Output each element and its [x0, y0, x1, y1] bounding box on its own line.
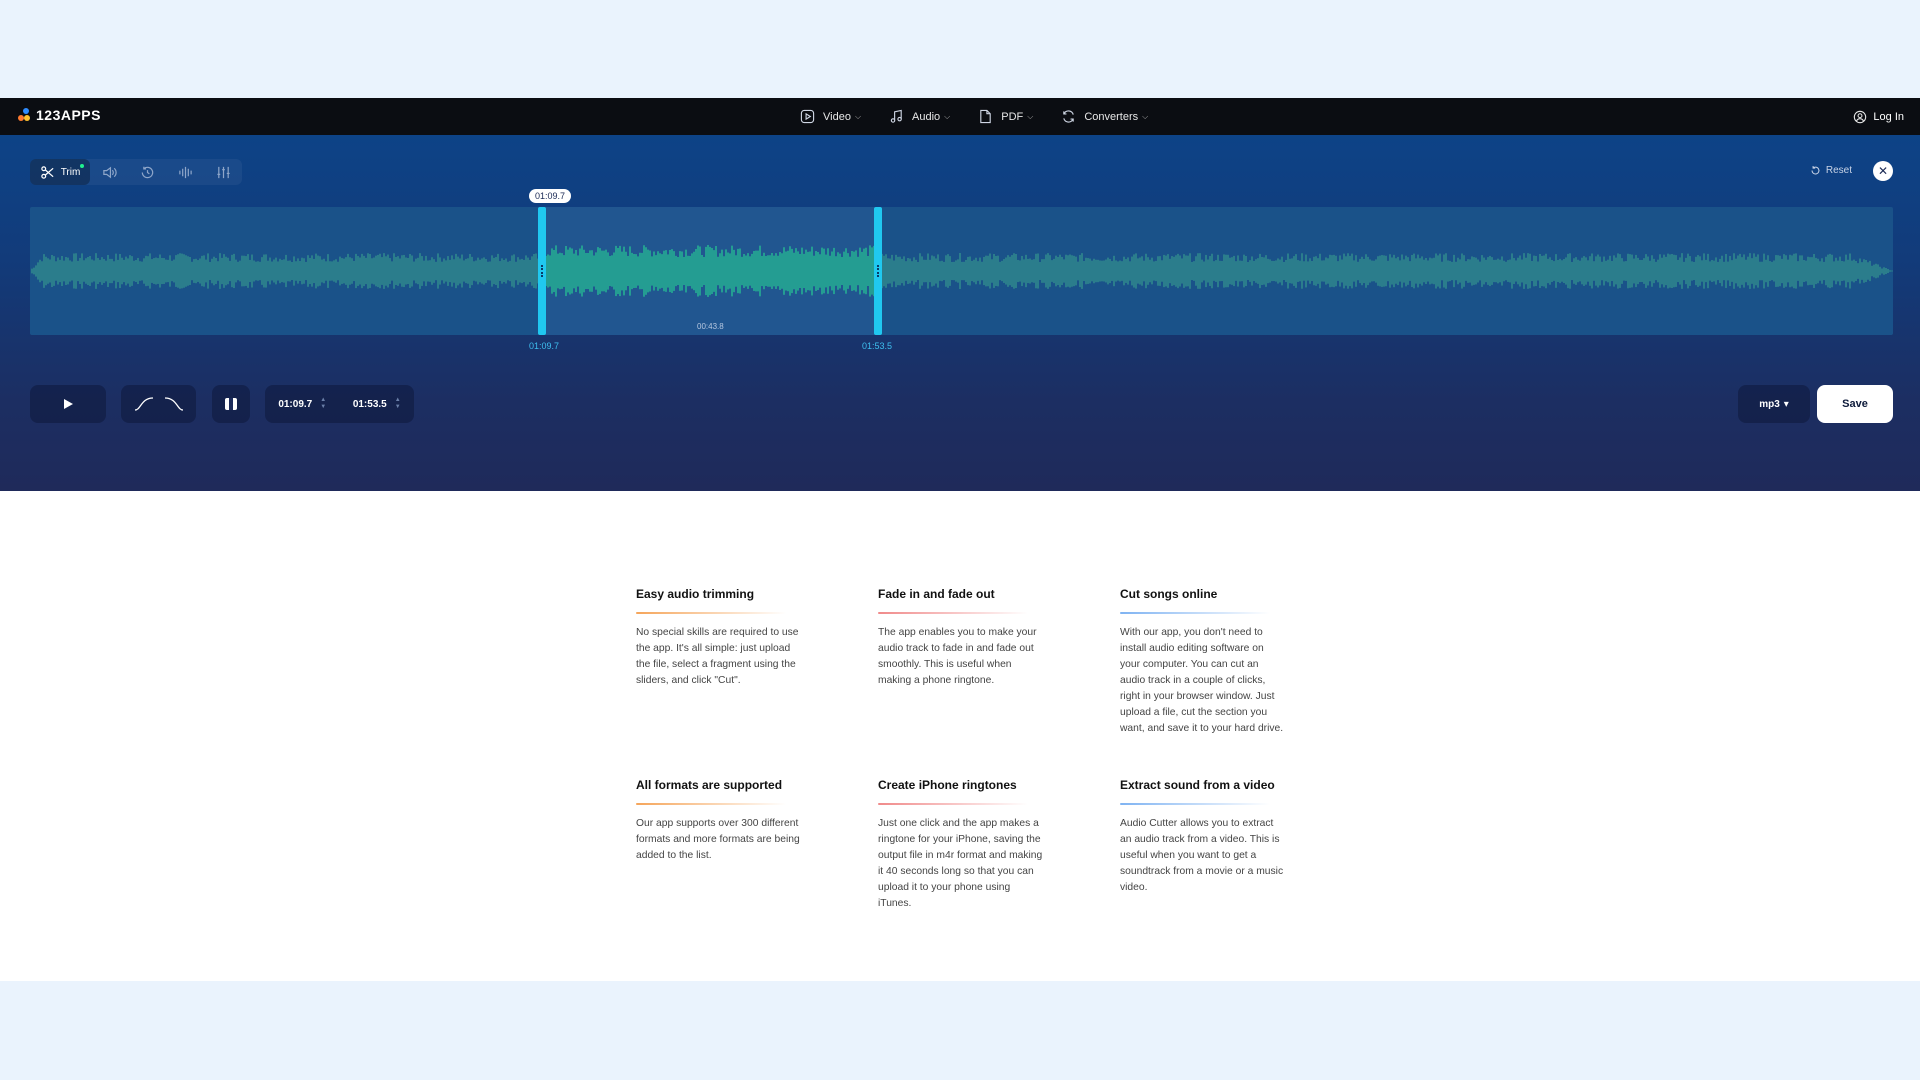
nav-item-converters[interactable]: Converters ⌵ — [1061, 109, 1148, 124]
feature-fade: Fade in and fade out The app enables you… — [878, 587, 1043, 689]
video-icon — [800, 109, 815, 124]
nav-item-video[interactable]: Video ⌵ — [800, 109, 861, 124]
split-icon — [225, 398, 237, 410]
user-icon — [1854, 110, 1867, 123]
feature-title: Easy audio trimming — [636, 587, 755, 601]
chevron-down-icon: ⌵ — [1142, 111, 1149, 121]
logo-text: 123APPS — [36, 107, 101, 123]
logo[interactable]: 123APPS — [18, 107, 101, 123]
end-handle[interactable] — [874, 207, 882, 335]
feature-underline — [1120, 612, 1270, 614]
music-note-icon — [890, 109, 902, 123]
main-nav: Video ⌵ Audio ⌵ PDF ⌵ Converters ⌵ — [800, 98, 1148, 135]
feature-underline — [1120, 803, 1270, 805]
audio-editor: Trim Reset ✕ 01:09.7 00:43.8 01:09.7 01:… — [0, 135, 1920, 491]
start-handle[interactable] — [538, 207, 546, 335]
active-indicator — [80, 164, 84, 168]
start-time-marker: 01:09.7 — [529, 341, 560, 351]
selection-region[interactable] — [542, 207, 879, 335]
tab-equalizer[interactable] — [166, 159, 204, 185]
converter-icon — [1063, 110, 1075, 123]
tab-settings[interactable] — [204, 159, 242, 185]
feature-ringtones: Create iPhone ringtones Just one click a… — [878, 778, 1043, 912]
trim-label: Trim — [60, 166, 81, 178]
feature-title: Fade in and fade out — [878, 587, 995, 601]
feature-title: Extract sound from a video — [1120, 778, 1275, 792]
login-button[interactable]: Log In — [1853, 98, 1904, 135]
reset-button[interactable]: Reset — [1810, 165, 1852, 176]
start-time-field[interactable]: 01:09.7 ▲ ▼ — [278, 397, 326, 411]
play-icon — [64, 399, 73, 409]
app-frame: 123APPS Video ⌵ Audio ⌵ PDF ⌵ Converters — [0, 98, 1920, 981]
waveform-track[interactable] — [30, 207, 1893, 335]
nav-label: Video — [823, 110, 851, 123]
feature-underline — [636, 803, 786, 805]
feature-formats: All formats are supported Our app suppor… — [636, 778, 801, 864]
tab-speed[interactable] — [128, 159, 166, 185]
fade-in-icon[interactable] — [134, 397, 154, 411]
feature-text: Our app supports over 300 different form… — [636, 818, 800, 861]
login-label: Log In — [1873, 110, 1904, 123]
feature-text: Just one click and the app makes a ringt… — [878, 818, 1043, 909]
feature-underline — [878, 612, 1028, 614]
nav-item-audio[interactable]: Audio ⌵ — [889, 109, 950, 124]
feature-title: Cut songs online — [1120, 587, 1218, 601]
nav-label: Converters — [1084, 110, 1139, 123]
chevron-down-icon: ⌵ — [1027, 111, 1034, 121]
chevron-down-icon: ⌵ — [854, 111, 862, 121]
feature-text: No special skills are required to use th… — [636, 627, 799, 686]
sliders-icon — [216, 166, 230, 178]
end-time-marker: 01:53.5 — [862, 341, 893, 351]
scissors-icon — [40, 165, 54, 179]
nav-label: PDF — [1001, 110, 1024, 123]
feature-easy-trimming: Easy audio trimming No special skills ar… — [636, 587, 801, 689]
save-button[interactable]: Save — [1817, 385, 1893, 423]
time-inputs: 01:09.7 ▲ ▼ 01:53.5 ▲ ▼ — [265, 385, 414, 423]
start-time-value: 01:09.7 — [278, 398, 313, 410]
feature-underline — [636, 612, 786, 614]
fade-controls — [121, 385, 196, 423]
start-time-stepper[interactable]: ▲ ▼ — [320, 397, 326, 411]
tab-trim[interactable]: Trim — [30, 159, 90, 185]
document-icon — [980, 109, 991, 124]
split-button[interactable] — [212, 385, 250, 423]
format-value: mp3 — [1759, 398, 1780, 410]
end-time-value: 01:53.5 — [352, 398, 387, 410]
volume-icon — [102, 166, 117, 178]
feature-underline — [878, 803, 1028, 805]
speed-icon — [141, 166, 153, 178]
chevron-down-icon: ⌵ — [944, 111, 951, 121]
nav-item-pdf[interactable]: PDF ⌵ — [978, 109, 1033, 124]
feature-text: The app enables you to make your audio t… — [878, 627, 1037, 686]
feature-text: Audio Cutter allows you to extract an au… — [1120, 818, 1284, 893]
dropdown-arrow-icon: ▾ — [1783, 398, 1789, 410]
waveform — [31, 245, 1893, 297]
format-select[interactable]: mp3 ▾ — [1738, 385, 1810, 423]
selection-duration: 00:43.8 — [697, 322, 724, 331]
play-button[interactable] — [30, 385, 106, 423]
feature-cut-songs: Cut songs online With our app, you don't… — [1120, 587, 1285, 737]
top-navigation: 123APPS Video ⌵ Audio ⌵ PDF ⌵ Converters — [0, 98, 1920, 135]
close-button[interactable]: ✕ — [1873, 161, 1893, 181]
undo-icon — [1811, 166, 1820, 175]
nav-label: Audio — [912, 110, 941, 123]
fade-out-icon[interactable] — [164, 397, 184, 411]
selection-start-tooltip: 01:09.7 — [529, 189, 572, 203]
feature-title: Create iPhone ringtones — [878, 778, 1017, 792]
end-time-field[interactable]: 01:53.5 ▲ ▼ — [353, 397, 401, 411]
feature-extract-sound: Extract sound from a video Audio Cutter … — [1120, 778, 1285, 896]
logo-mark-icon — [18, 108, 30, 122]
tool-tabs: Trim — [30, 159, 242, 185]
reset-label: Reset — [1825, 165, 1852, 176]
tab-volume[interactable] — [90, 159, 128, 185]
equalizer-icon — [178, 166, 192, 178]
close-icon: ✕ — [1877, 164, 1889, 178]
feature-title: All formats are supported — [636, 778, 783, 792]
feature-text: With our app, you don't need to install … — [1120, 627, 1284, 734]
end-time-stepper[interactable]: ▲ ▼ — [395, 397, 401, 411]
